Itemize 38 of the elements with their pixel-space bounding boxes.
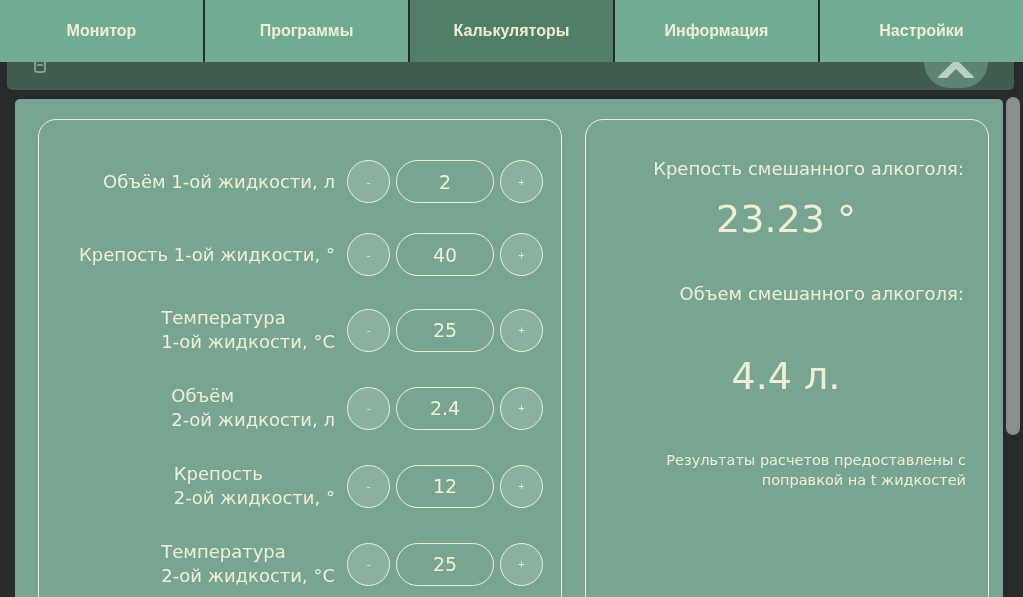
chevron-icon [938,62,974,78]
document-icon [33,61,47,73]
value-field[interactable]: 2.4 [396,386,494,430]
nav-tab[interactable]: Информация [615,0,818,62]
value-field[interactable]: 25 [396,308,494,352]
decrement-button[interactable]: - [347,464,390,508]
increment-button[interactable]: + [500,308,543,352]
decrement-button[interactable]: - [347,308,390,352]
nav-tab[interactable]: Программы [205,0,408,62]
note-text: Результаты расчетов предоставлены с поправкой на t жидкостей [666,451,966,490]
nav-tab[interactable]: Монитор [0,0,203,62]
field-label: Температура 1-ой жидкости, °C [161,306,335,354]
decrement-button[interactable]: - [347,233,390,276]
value-field[interactable]: 40 [396,233,494,276]
nav-tab[interactable]: Калькуляторы [410,0,613,62]
field-label: Крепость 2-ой жидкости, ° [173,462,335,510]
increment-button[interactable]: + [500,386,543,430]
decrement-button[interactable]: - [347,160,390,203]
result-label: Крепость смешанного алкоголя: [653,158,964,179]
field-label: Объём 1-ой жидкости, л [103,169,335,194]
field-label: Объём 2-ой жидкости, л [171,384,335,432]
decrement-button[interactable]: - [347,542,390,586]
value-field[interactable]: 12 [396,464,494,508]
increment-button[interactable]: + [500,542,543,586]
increment-button[interactable]: + [500,464,543,508]
result-label: Объем смешанного алкоголя: [679,283,964,304]
close-button[interactable] [924,62,988,88]
scrollbar[interactable] [1006,97,1020,435]
field-label: Крепость 1-ой жидкости, ° [79,242,335,267]
result-value: 23.23 ° [716,197,856,241]
increment-button[interactable]: + [500,160,543,203]
field-label: Температура 2-ой жидкости, °C [161,540,335,588]
value-field[interactable]: 25 [396,542,494,586]
increment-button[interactable]: + [500,233,543,276]
result-value: 4.4 л. [731,354,841,398]
decrement-button[interactable]: - [347,386,390,430]
nav-tab[interactable]: Настройки [820,0,1023,62]
value-field[interactable]: 2 [396,160,494,203]
